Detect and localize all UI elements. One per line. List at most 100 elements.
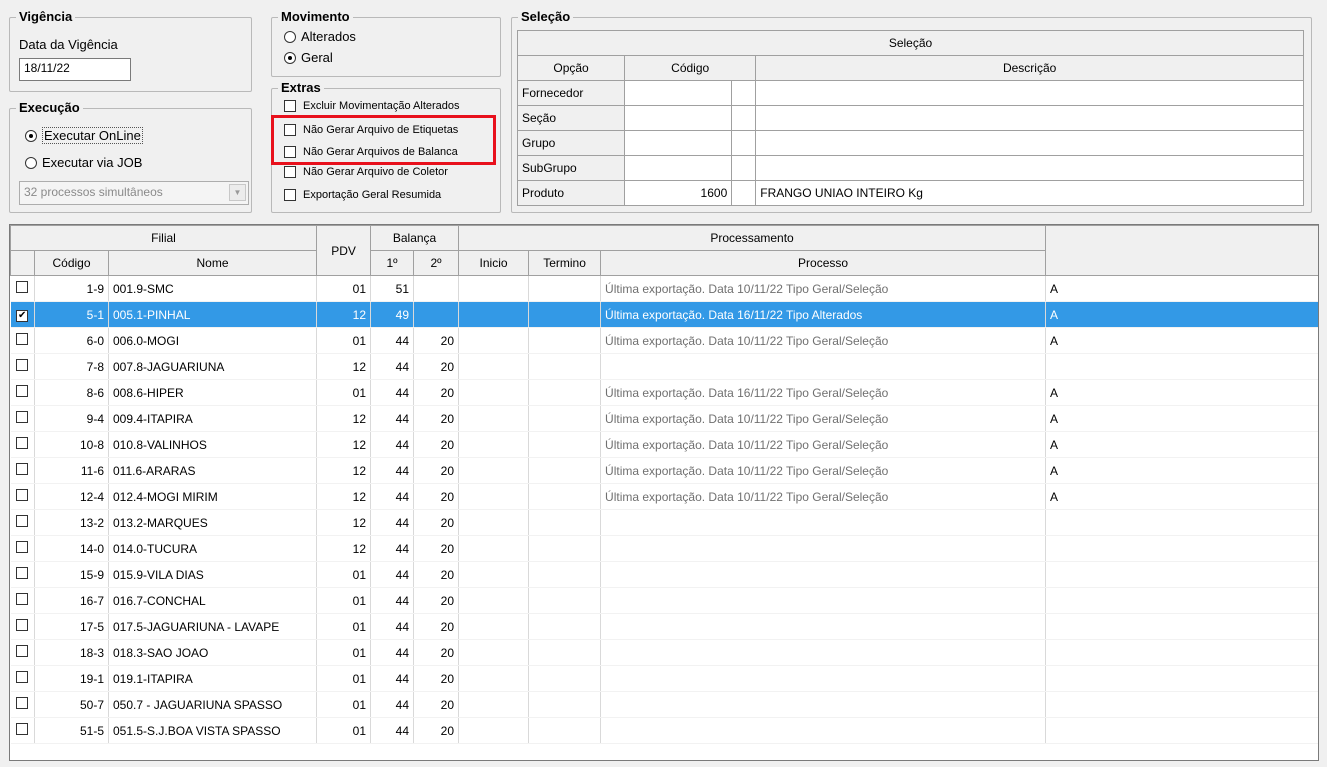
table-row[interactable]: 1-9 001.9-SMC 01 51 Última exportação. Data … [10,275,1318,302]
checkbox-box[interactable] [16,515,29,527]
row-checkbox[interactable] [10,509,35,536]
checkbox-box[interactable] [16,567,29,579]
vigencia-date-label: Data da Vigência [19,37,118,52]
table-row[interactable]: 14-0 014.0-TUCURA 12 44 20 [10,535,1318,562]
checkbox-box[interactable] [16,411,29,423]
cell-processo: Última exportação. Data 16/11/22 Tipo Al… [600,301,1047,328]
selecao-codigo[interactable] [624,105,733,131]
selecao-codigo-lookup[interactable] [731,105,757,131]
row-checkbox[interactable] [10,587,35,614]
cell-pdv: 01 [316,613,372,640]
row-checkbox[interactable] [10,483,35,510]
cell-processo: Última exportação. Data 16/11/22 Tipo Ge… [600,379,1047,406]
processos-combo[interactable]: 32 processos simultâneos ▼ [19,181,249,205]
checkbox-box[interactable] [16,359,29,371]
checkbox-box[interactable] [16,645,29,657]
table-row[interactable]: 19-1 019.1-ITAPIRA 01 44 20 [10,665,1318,692]
checkmark-icon[interactable]: ✔ [16,310,29,322]
cell-bal1: 44 [370,353,415,380]
table-row[interactable]: ✔ 5-1 005.1-PINHAL 12 49 Última exportação. D… [10,301,1318,328]
checkbox-box[interactable] [16,619,29,631]
excluir-movimentacao-checkbox[interactable]: Excluir Movimentação Alterados [284,100,460,112]
row-checkbox[interactable] [10,327,35,354]
selecao-row-grupo[interactable]: Grupo [516,130,1304,156]
checkbox-box[interactable] [16,333,29,345]
table-row[interactable]: 9-4 009.4-ITAPIRA 12 44 20 Última exportação.… [10,405,1318,432]
checkbox-box[interactable] [16,723,29,735]
cell-bal1: 44 [370,483,415,510]
table-row[interactable]: 17-5 017.5-JAGUARIUNA - LAVAPE 01 44 20 [10,613,1318,640]
row-checkbox[interactable] [10,353,35,380]
row-checkbox[interactable] [10,405,35,432]
checkbox-box[interactable] [16,385,29,397]
table-row[interactable]: 18-3 018.3-SAO JOAO 01 44 20 [10,639,1318,666]
exportacao-resumida-checkbox[interactable]: Exportação Geral Resumida [284,189,441,201]
row-checkbox[interactable] [10,613,35,640]
table-row[interactable]: 8-6 008.6-HIPER 01 44 20 Última exportação. D… [10,379,1318,406]
selecao-codigo[interactable] [624,130,733,156]
checkbox-box[interactable] [16,281,29,293]
selecao-codigo-lookup[interactable] [731,180,757,206]
checkbox-box[interactable] [16,671,29,683]
cell-nome: 013.2-MARQUES [108,509,318,536]
row-checkbox[interactable] [10,275,35,302]
selecao-codigo-lookup[interactable] [731,80,757,106]
selecao-codigo-lookup[interactable] [731,130,757,156]
table-row[interactable]: 12-4 012.4-MOGI MIRIM 12 44 20 Última exporta… [10,483,1318,510]
nao-gerar-coletor-checkbox[interactable]: Não Gerar Arquivo de Coletor [284,166,448,178]
cell-termino [528,327,602,354]
row-checkbox[interactable] [10,561,35,588]
row-checkbox[interactable] [10,639,35,666]
checkbox-box[interactable] [16,463,29,475]
filiais-grid[interactable]: Filial PDV Balança Processamento Código … [9,224,1319,761]
row-checkbox[interactable] [10,691,35,718]
cell-bal1: 44 [370,457,415,484]
table-row[interactable]: 6-0 006.0-MOGI 01 44 20 Última exportação. Da… [10,327,1318,354]
table-row[interactable]: 50-7 050.7 - JAGUARIUNA SPASSO 01 44 20 [10,691,1318,718]
row-checkbox[interactable] [10,665,35,692]
table-row[interactable]: 51-5 051.5-S.J.BOA VISTA SPASSO 01 44 20 [10,717,1318,744]
table-row[interactable]: 13-2 013.2-MARQUES 12 44 20 [10,509,1318,536]
chevron-down-icon[interactable]: ▼ [229,184,246,201]
selecao-row-fornecedor[interactable]: Fornecedor [516,80,1304,106]
cell-extra [1045,535,1318,562]
selecao-row-secao[interactable]: Seção [516,105,1304,131]
selecao-row-produto[interactable]: Produto 1600 FRANGO UNIAO INTEIRO Kg [516,180,1304,206]
selecao-codigo-lookup[interactable] [731,155,757,181]
checkbox-box[interactable] [16,593,29,605]
cell-inicio [458,561,530,588]
movimento-alterados-radio[interactable]: Alterados [284,29,356,44]
executar-online-radio[interactable]: Executar OnLine [25,127,143,144]
checkbox-box[interactable] [16,489,29,501]
vigencia-date-input[interactable]: 18/11/22 [19,58,131,81]
executar-job-radio[interactable]: Executar via JOB [25,155,142,170]
cell-processo: Última exportação. Data 10/11/22 Tipo Ge… [600,431,1047,458]
cell-processo: Última exportação. Data 10/11/22 Tipo Ge… [600,275,1047,302]
row-checkbox[interactable] [10,717,35,744]
row-checkbox[interactable]: ✔ [10,301,35,328]
table-row[interactable]: 16-7 016.7-CONCHAL 01 44 20 [10,587,1318,614]
cell-codigo: 8-6 [34,379,109,406]
movimento-geral-radio[interactable]: Geral [284,50,333,65]
cell-bal2: 20 [413,509,460,536]
table-row[interactable]: 10-8 010.8-VALINHOS 12 44 20 Última exportaçã… [10,431,1318,458]
selecao-row-subgrupo[interactable]: SubGrupo [516,155,1304,181]
cell-nome: 009.4-ITAPIRA [108,405,318,432]
selecao-codigo[interactable]: 1600 [624,180,733,206]
checkbox-box[interactable] [16,697,29,709]
selecao-codigo[interactable] [624,80,733,106]
checkbox-box[interactable] [16,437,29,449]
table-row[interactable]: 7-8 007.8-JAGUARIUNA 12 44 20 [10,353,1318,380]
cell-codigo: 12-4 [34,483,109,510]
table-row[interactable]: 11-6 011.6-ARARAS 12 44 20 Última exportação.… [10,457,1318,484]
cell-bal1: 44 [370,509,415,536]
table-row[interactable]: 15-9 015.9-VILA DIAS 01 44 20 [10,561,1318,588]
selecao-codigo[interactable] [624,155,733,181]
row-checkbox[interactable] [10,431,35,458]
row-checkbox[interactable] [10,535,35,562]
excluir-movimentacao-label: Excluir Movimentação Alterados [303,100,460,112]
checkbox-box[interactable] [16,541,29,553]
red-highlight-box [271,115,496,165]
row-checkbox[interactable] [10,457,35,484]
row-checkbox[interactable] [10,379,35,406]
